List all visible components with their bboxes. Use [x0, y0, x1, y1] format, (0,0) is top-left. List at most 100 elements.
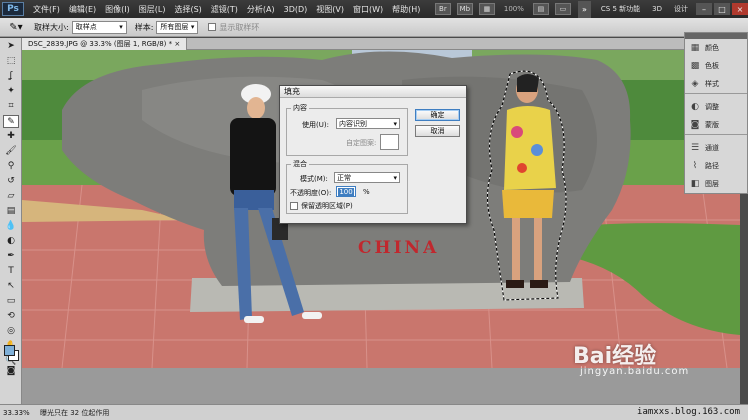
mode-select[interactable]: 正常 ▾	[334, 172, 400, 183]
palette-icon: ▦	[690, 43, 700, 53]
3d-orbit-tool-icon[interactable]: ◎	[3, 325, 19, 338]
document-tab-bar: DSC_2839.JPG @ 33.3% (图层 1, RGB/8) * ×	[22, 38, 684, 50]
eraser-tool-icon[interactable]: ▱	[3, 190, 19, 203]
eyedropper-tool-icon[interactable]: ✎	[3, 115, 19, 128]
menu-item-edit[interactable]: 编辑(E)	[69, 4, 96, 15]
menu-item-view[interactable]: 视图(V)	[316, 4, 344, 15]
document-tab[interactable]: DSC_2839.JPG @ 33.3% (图层 1, RGB/8) * ×	[22, 38, 188, 50]
panel-masks[interactable]: ◙ 蒙版	[685, 116, 747, 134]
styles-icon: ◈	[691, 79, 699, 89]
menu-item-image[interactable]: 图像(I)	[105, 4, 130, 15]
menu-item-file[interactable]: 文件(F)	[33, 4, 60, 15]
panel-styles[interactable]: ◈ 样式	[685, 75, 747, 93]
menu-item-filter[interactable]: 滤镜(T)	[211, 4, 238, 15]
quick-mask-icon[interactable]: ◙	[3, 365, 19, 378]
move-tool-icon[interactable]: ➤	[3, 40, 19, 53]
eyedropper-icon[interactable]: ✎▾	[6, 20, 26, 34]
crop-tool-icon[interactable]: ⌗	[3, 100, 19, 113]
preserve-transparency-checkbox[interactable]	[290, 202, 298, 210]
preserve-transparency-label: 保留透明区域(P)	[301, 202, 353, 210]
mode-label: 模式(M):	[300, 175, 328, 183]
workspace-whats-new[interactable]: CS 5 新功能	[601, 4, 640, 14]
gradient-tool-icon[interactable]: ▤	[3, 205, 19, 218]
shape-tool-icon[interactable]: ▭	[3, 295, 19, 308]
panel-color[interactable]: ▦ 颜色	[685, 39, 747, 57]
opacity-unit: %	[363, 188, 370, 196]
bridge-icon[interactable]: Br	[434, 3, 451, 15]
status-zoom[interactable]: 33.33%	[0, 409, 30, 417]
mode-value: 正常	[337, 173, 351, 182]
path-select-tool-icon[interactable]: ↖	[3, 280, 19, 293]
blur-tool-icon[interactable]: 💧	[3, 220, 19, 233]
maximize-icon[interactable]: □	[714, 3, 730, 15]
foreground-color-swatch[interactable]	[4, 345, 15, 356]
dodge-tool-icon[interactable]: ◐	[3, 235, 19, 248]
marquee-tool-icon[interactable]: ⬚	[3, 55, 19, 68]
layers-icon: ◧	[690, 179, 700, 189]
dialog-title[interactable]: 填充	[280, 86, 466, 98]
cancel-button[interactable]: 取消	[415, 125, 460, 137]
panel-paths[interactable]: ⌇ 路径	[685, 157, 747, 175]
arrange-icon[interactable]: ▤	[532, 3, 549, 15]
workspace-more-icon[interactable]: »	[577, 0, 591, 18]
menu-item-help[interactable]: 帮助(H)	[392, 4, 420, 15]
panel-swatches[interactable]: ▩ 色板	[685, 57, 747, 75]
ok-button[interactable]: 确定	[415, 109, 460, 121]
sample-value: 所有图层	[160, 23, 189, 31]
menu-bar: Ps 文件(F) 编辑(E) 图像(I) 图层(L) 选择(S) 滤镜(T) 分…	[0, 0, 748, 18]
clone-stamp-tool-icon[interactable]: ⚲	[3, 160, 19, 173]
use-select[interactable]: 内容识别 ▾	[336, 118, 400, 129]
menu-item-window[interactable]: 窗口(W)	[353, 4, 383, 15]
blog-address: iamxxs.blog.163.com	[637, 407, 740, 417]
history-brush-tool-icon[interactable]: ↺	[3, 175, 19, 188]
watermark-url: jingyan.baidu.com	[580, 366, 690, 377]
panel-layers[interactable]: ◧ 图层	[685, 175, 747, 193]
screen-mode-icon[interactable]: ▭	[554, 3, 571, 15]
fill-dialog: 填充 内容 使用(U): 内容识别 ▾ 自定图案: 混合 模式(M): 正常 ▾…	[279, 85, 467, 224]
opacity-value: 100	[338, 187, 354, 196]
menu-item-select[interactable]: 选择(S)	[174, 4, 201, 15]
view-extras-icon[interactable]: ▦	[478, 3, 495, 15]
custom-pattern-label: 自定图案:	[346, 139, 377, 147]
document-title: DSC_2839.JPG @ 33.3% (图层 1, RGB/8) *	[28, 40, 173, 48]
menu-item-3d[interactable]: 3D(D)	[284, 5, 308, 14]
menu-item-layer[interactable]: 图层(L)	[139, 4, 166, 15]
status-bar: 33.33% 曝光只在 32 位起作用 iamxxs.blog.163.com	[0, 404, 748, 420]
close-icon[interactable]: ×	[174, 40, 180, 48]
lasso-tool-icon[interactable]: ʆ	[3, 70, 19, 83]
paths-icon: ⌇	[692, 161, 698, 171]
sample-size-select[interactable]: 取样点 ▾	[71, 20, 127, 34]
swatches-icon: ▩	[690, 61, 700, 71]
menu-item-analysis[interactable]: 分析(A)	[247, 4, 275, 15]
tools-panel: ➤ ⬚ ʆ ✦ ⌗ ✎ ✚ 🖌 ⚲ ↺ ▱ ▤ 💧 ◐ ✒ T ↖ ▭ ⟲ ◎ …	[0, 38, 22, 404]
sample-select[interactable]: 所有图层 ▾	[156, 20, 199, 34]
chevron-down-icon: ▾	[119, 23, 123, 31]
pen-tool-icon[interactable]: ✒	[3, 250, 19, 263]
workspace-design[interactable]: 设计	[674, 4, 688, 14]
sample-size-value: 取样点	[75, 23, 97, 31]
opacity-input[interactable]: 100	[336, 186, 356, 197]
chevron-down-icon: ▾	[393, 119, 397, 128]
quick-select-tool-icon[interactable]: ✦	[3, 85, 19, 98]
opacity-label: 不透明度(O):	[290, 189, 332, 197]
show-ring-checkbox[interactable]	[208, 23, 217, 31]
3d-rotate-tool-icon[interactable]: ⟲	[3, 310, 19, 323]
minibridge-icon[interactable]: Mb	[456, 3, 473, 15]
channels-icon: ☰	[690, 143, 700, 153]
workspace-3d[interactable]: 3D	[652, 5, 662, 13]
minimize-icon[interactable]: –	[696, 3, 712, 15]
chevron-down-icon: ▾	[393, 173, 397, 182]
mask-icon: ◙	[690, 120, 700, 130]
chevron-down-icon: ▾	[190, 23, 195, 31]
panel-channels[interactable]: ☰ 通道	[685, 139, 747, 157]
use-value: 内容识别	[339, 119, 367, 128]
close-icon[interactable]: ×	[732, 3, 748, 15]
blend-group-legend: 混合	[291, 159, 309, 169]
type-tool-icon[interactable]: T	[3, 265, 19, 278]
brush-tool-icon[interactable]: 🖌	[3, 145, 19, 158]
panel-dock: ▦ 颜色 ▩ 色板 ◈ 样式 ◐ 调整 ◙ 蒙版 ☰ 通道 ⌇ 路径 ◧ 图层	[684, 32, 748, 194]
panel-adjustments[interactable]: ◐ 调整	[685, 98, 747, 116]
custom-pattern-picker	[380, 134, 399, 150]
healing-brush-tool-icon[interactable]: ✚	[3, 130, 19, 143]
zoom-level[interactable]: 100%	[504, 5, 524, 13]
